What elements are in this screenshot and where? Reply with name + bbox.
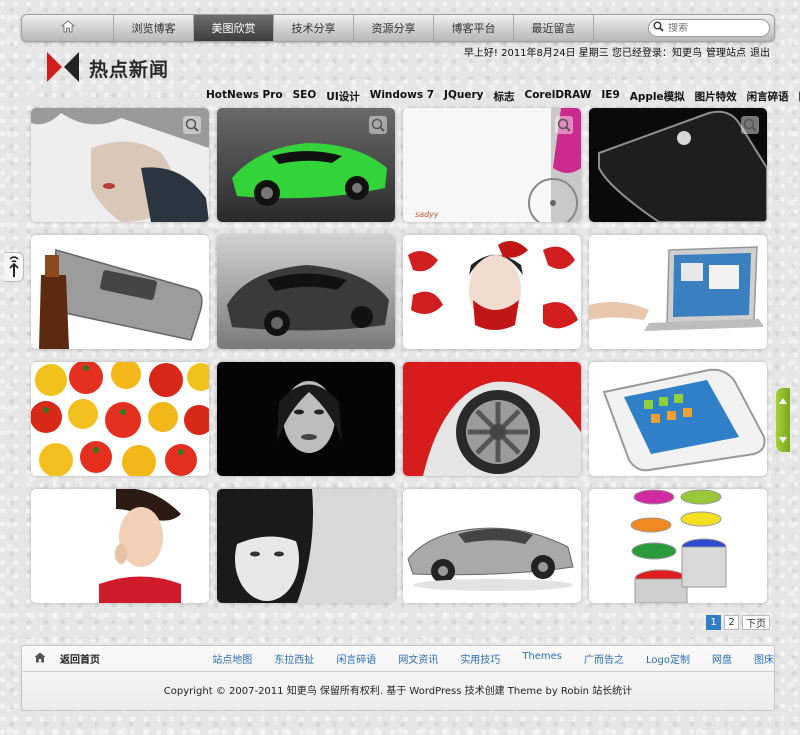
photo-gallery: sadyy [31, 108, 767, 603]
footer-link[interactable]: 网盘 [712, 651, 732, 666]
footer-link[interactable]: 实用技巧 [460, 651, 500, 666]
footer-link[interactable]: 东拉西扯 [274, 651, 314, 666]
site-logo[interactable]: 热点新闻 [47, 52, 169, 85]
footer-link[interactable]: Themes [522, 651, 562, 666]
footer-nav: 返回首页 站点地图 东拉西扯 闲言碎语 网文资讯 实用技巧 Themes 广而告… [22, 646, 774, 672]
zoom-icon[interactable] [369, 116, 387, 134]
tag-link[interactable]: SEO [293, 89, 317, 104]
gallery-photo-red-car-wheel[interactable] [403, 362, 581, 476]
footer-link[interactable]: 广而告之 [584, 651, 624, 666]
tag-link[interactable]: IE9 [601, 89, 619, 104]
side-scroll-handle[interactable] [776, 388, 790, 452]
page-link-2[interactable]: 2 [724, 615, 739, 630]
home-icon [60, 20, 75, 36]
gallery-photo-porsche[interactable] [403, 489, 581, 603]
page-link-1[interactable]: 1 [706, 615, 721, 630]
home-icon [34, 652, 46, 666]
tag-link[interactable]: 图片特效 [695, 89, 737, 104]
tag-link[interactable]: 标志 [494, 89, 515, 104]
nav-item-resources[interactable]: 资源分享 [354, 15, 434, 41]
footer-link[interactable]: 闲言碎语 [336, 651, 376, 666]
search-icon[interactable] [653, 21, 664, 35]
gallery-photo-iphone-white[interactable] [589, 362, 767, 476]
tag-link[interactable]: 闲言碎语 [747, 89, 789, 104]
site-stats-link[interactable]: 站长统计 [592, 686, 632, 697]
manage-site-link[interactable]: 管理站点 [706, 44, 746, 59]
gallery-photo-iphone-black[interactable] [589, 108, 767, 222]
nav-item-tech[interactable]: 技术分享 [274, 15, 354, 41]
gallery-photo-paint-cans[interactable] [589, 489, 767, 603]
footer-link[interactable]: 图床 [754, 651, 774, 666]
arrow-down-icon[interactable] [779, 433, 787, 446]
footer-home-link[interactable]: 返回首页 [34, 651, 206, 666]
gallery-photo-wheel[interactable]: sadyy [403, 108, 581, 222]
tag-link[interactable]: HotNews Pro [206, 89, 283, 104]
search-input[interactable] [668, 22, 764, 34]
logout-link[interactable]: 退出 [750, 44, 770, 59]
footer-links: 站点地图 东拉西扯 闲言碎语 网文资讯 实用技巧 Themes 广而告之 Log… [212, 651, 774, 666]
nav-item-browse-blog[interactable]: 浏览博客 [114, 15, 194, 41]
gallery-photo-woman-paper-cut[interactable] [403, 235, 581, 349]
nav-home-button[interactable] [22, 15, 114, 41]
zoom-icon[interactable] [741, 116, 759, 134]
tag-link[interactable]: UI设计 [326, 89, 359, 104]
nav-item-recent-comments[interactable]: 最近留言 [514, 15, 594, 41]
tag-link[interactable]: Windows 7 [370, 89, 434, 104]
back-to-top-button[interactable] [4, 252, 24, 282]
gallery-photo-concept-car[interactable] [217, 235, 395, 349]
search-box [648, 19, 770, 37]
copyright-line: Copyright © 2007-2011 知更鸟 保留所有权利. 基于 Wor… [22, 682, 774, 697]
footer-link[interactable]: 站点地图 [212, 651, 252, 666]
signal-arrow-icon [7, 254, 21, 281]
gallery-photo-tomatoes[interactable] [31, 362, 209, 476]
site-footer: 返回首页 站点地图 东拉西扯 闲言碎语 网文资讯 实用技巧 Themes 广而告… [21, 645, 775, 711]
photo-watermark: sadyy [415, 210, 439, 219]
nav-item-blog-platform[interactable]: 博客平台 [434, 15, 514, 41]
tag-link[interactable]: CorelDRAW [525, 89, 592, 104]
tag-link[interactable]: JQuery [444, 89, 483, 104]
footer-home-label: 返回首页 [60, 655, 100, 666]
zoom-icon[interactable] [183, 116, 201, 134]
copyright-text: Copyright © 2007-2011 知更鸟 保留所有权利. 基于 Wor… [163, 686, 589, 697]
logo-mark-icon [47, 52, 79, 85]
gallery-photo-woman-bangs[interactable] [217, 489, 395, 603]
arrow-up-icon[interactable] [779, 394, 787, 407]
gallery-photo-macbook[interactable] [589, 235, 767, 349]
next-page-link[interactable]: 下页 [742, 615, 770, 630]
gallery-photo-green-car[interactable] [217, 108, 395, 222]
tag-bar: HotNews Pro SEO UI设计 Windows 7 JQuery 标志… [206, 89, 800, 104]
gallery-photo-bottle-opener[interactable] [31, 235, 209, 349]
nav-item-gallery[interactable]: 美图欣赏 [194, 15, 274, 41]
footer-link[interactable]: Logo定制 [646, 651, 690, 666]
login-greeting: 早上好! 2011年8月24日 星期三 您已经登录：知更鸟 管理站点 退出 [464, 44, 770, 59]
gallery-photo-woman-red-dress[interactable] [31, 489, 209, 603]
footer-link[interactable]: 网文资讯 [398, 651, 438, 666]
logo-text: 热点新闻 [89, 59, 170, 81]
gallery-photo-woman-portrait-bw[interactable] [217, 362, 395, 476]
tag-link[interactable]: Apple模拟 [630, 89, 685, 104]
gallery-photo-woman-art[interactable] [31, 108, 209, 222]
zoom-icon[interactable] [555, 116, 573, 134]
main-nav-bar: 浏览博客 美图欣赏 技术分享 资源分享 博客平台 最近留言 [21, 14, 775, 42]
greeting-text: 早上好! 2011年8月24日 星期三 您已经登录：知更鸟 [463, 48, 702, 59]
pagination: 1 2 下页 [706, 615, 770, 630]
